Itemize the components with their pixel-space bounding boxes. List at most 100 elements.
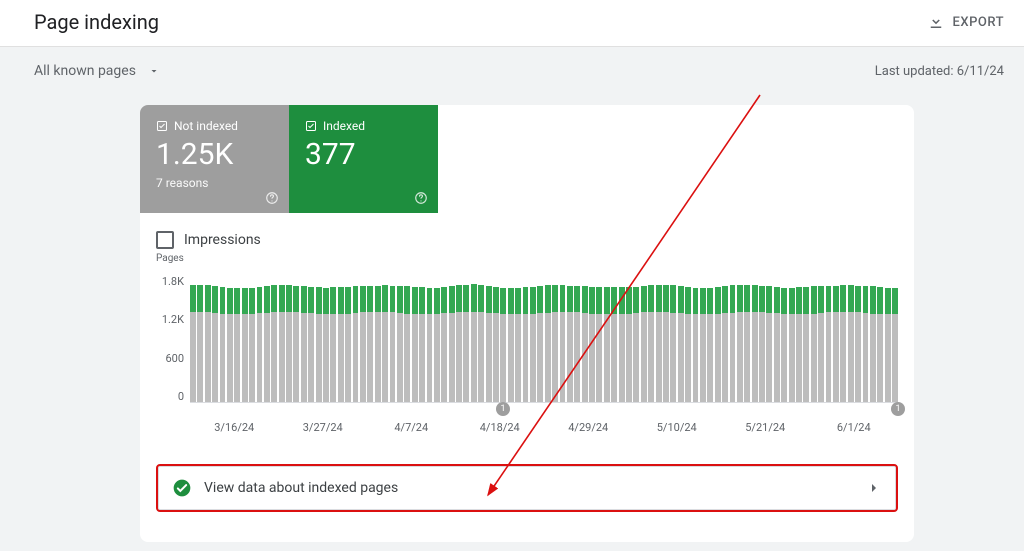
chart-bar[interactable]	[877, 287, 883, 402]
chart-bar[interactable]	[833, 286, 839, 402]
tile-indexed[interactable]: Indexed 377	[289, 105, 438, 213]
chart-bar[interactable]	[611, 287, 617, 402]
tile-not-indexed[interactable]: Not indexed 1.25K 7 reasons	[140, 105, 289, 213]
chart-bar[interactable]	[293, 286, 299, 403]
chart-bar[interactable]	[826, 286, 832, 402]
chart-bar[interactable]	[227, 288, 233, 402]
chart-bar[interactable]	[670, 285, 676, 402]
chart-bar[interactable]	[759, 286, 765, 402]
chart-bar[interactable]	[811, 286, 817, 402]
chart-bar[interactable]	[545, 285, 551, 402]
chart-bar[interactable]	[456, 285, 462, 402]
chart-bar[interactable]	[685, 287, 691, 402]
chart-bar[interactable]	[626, 287, 632, 402]
chart-bar[interactable]	[471, 284, 477, 402]
chart-bar[interactable]	[596, 287, 602, 402]
chart-bar[interactable]	[360, 286, 366, 402]
chart-bar[interactable]	[249, 288, 255, 402]
chart-bar[interactable]	[552, 285, 558, 402]
chart-bar[interactable]	[390, 286, 396, 403]
chart-bar[interactable]	[367, 286, 373, 402]
chart-bar[interactable]	[870, 286, 876, 402]
chart-bar[interactable]	[619, 287, 625, 402]
chart-bar[interactable]	[715, 287, 721, 402]
chart-bar[interactable]	[463, 285, 469, 402]
chart-marker[interactable]: 1	[496, 402, 510, 416]
chart-bar[interactable]	[375, 286, 381, 403]
chart-bar[interactable]	[752, 285, 758, 402]
chart-bar[interactable]	[774, 287, 780, 402]
chart-bar[interactable]	[537, 286, 543, 402]
export-button[interactable]: EXPORT	[927, 13, 1004, 31]
chart-bar[interactable]	[264, 286, 270, 402]
chart-bar[interactable]	[190, 285, 196, 402]
checkbox-unchecked-icon[interactable]	[156, 231, 174, 249]
chart-bar[interactable]	[515, 288, 521, 402]
chart-bar[interactable]	[257, 287, 263, 402]
chart-bar[interactable]	[338, 287, 344, 402]
chart-bar[interactable]	[840, 285, 846, 402]
chart-bar[interactable]	[382, 285, 388, 402]
chart-bar[interactable]	[500, 288, 506, 402]
chart-bar[interactable]	[441, 287, 447, 402]
chart-bar[interactable]	[427, 288, 433, 402]
chart-bar[interactable]	[212, 286, 218, 402]
chart-bar[interactable]	[486, 286, 492, 402]
chart-bar[interactable]	[508, 288, 514, 402]
chart-bar[interactable]	[848, 285, 854, 402]
help-icon[interactable]	[265, 191, 279, 205]
chart-bar[interactable]	[478, 285, 484, 402]
chart-bar[interactable]	[633, 287, 639, 402]
chart-bar[interactable]	[404, 286, 410, 402]
chart-bar[interactable]	[308, 287, 314, 402]
chart-bar[interactable]	[397, 286, 403, 402]
chart-bar[interactable]	[560, 285, 566, 402]
chart-bar[interactable]	[234, 288, 240, 402]
chart-bar[interactable]	[574, 286, 580, 402]
pages-filter-dropdown[interactable]: All known pages	[34, 63, 160, 79]
chart-bar[interactable]	[678, 286, 684, 402]
view-indexed-pages-link[interactable]: View data about indexed pages	[156, 464, 898, 512]
chart-bar[interactable]	[493, 287, 499, 402]
chart-bar[interactable]	[567, 286, 573, 402]
chart-bar[interactable]	[803, 287, 809, 402]
chart-bar[interactable]	[656, 285, 662, 402]
chart-bar[interactable]	[345, 287, 351, 403]
chart-bar[interactable]	[885, 288, 891, 402]
chart-bars[interactable]: 11	[190, 275, 898, 403]
chart-bar[interactable]	[301, 286, 307, 402]
chart-bar[interactable]	[220, 287, 226, 402]
chart-bar[interactable]	[604, 287, 610, 402]
chart-bar[interactable]	[523, 287, 529, 402]
chart-bar[interactable]	[707, 288, 713, 402]
chart-bar[interactable]	[789, 288, 795, 403]
chart-bar[interactable]	[589, 287, 595, 402]
chart-bar[interactable]	[855, 286, 861, 402]
chart-bar[interactable]	[693, 288, 699, 402]
chart-bar[interactable]	[449, 286, 455, 402]
chart-bar[interactable]	[316, 287, 322, 402]
chart-bar[interactable]	[197, 285, 203, 402]
chart-bar[interactable]	[730, 285, 736, 402]
chart-bar[interactable]	[323, 288, 329, 402]
chart-bar[interactable]	[353, 286, 359, 402]
chart-bar[interactable]	[892, 288, 898, 402]
chart-bar[interactable]	[796, 287, 802, 402]
chart-bar[interactable]	[279, 285, 285, 402]
impressions-toggle[interactable]: Impressions	[140, 213, 914, 253]
chart-marker[interactable]: 1	[891, 402, 905, 416]
chart-bar[interactable]	[412, 287, 418, 402]
chart-bar[interactable]	[286, 285, 292, 402]
chart-bar[interactable]	[648, 285, 654, 402]
chart-bar[interactable]	[737, 285, 743, 402]
chart-bar[interactable]	[330, 287, 336, 402]
chart-bar[interactable]	[663, 285, 669, 402]
chart-bar[interactable]	[582, 286, 588, 402]
chart-bar[interactable]	[419, 287, 425, 402]
chart-bar[interactable]	[700, 288, 706, 402]
chart-bar[interactable]	[641, 286, 647, 402]
help-icon[interactable]	[414, 191, 428, 205]
chart-bar[interactable]	[818, 286, 824, 402]
chart-bar[interactable]	[205, 285, 211, 402]
chart-bar[interactable]	[744, 285, 750, 402]
